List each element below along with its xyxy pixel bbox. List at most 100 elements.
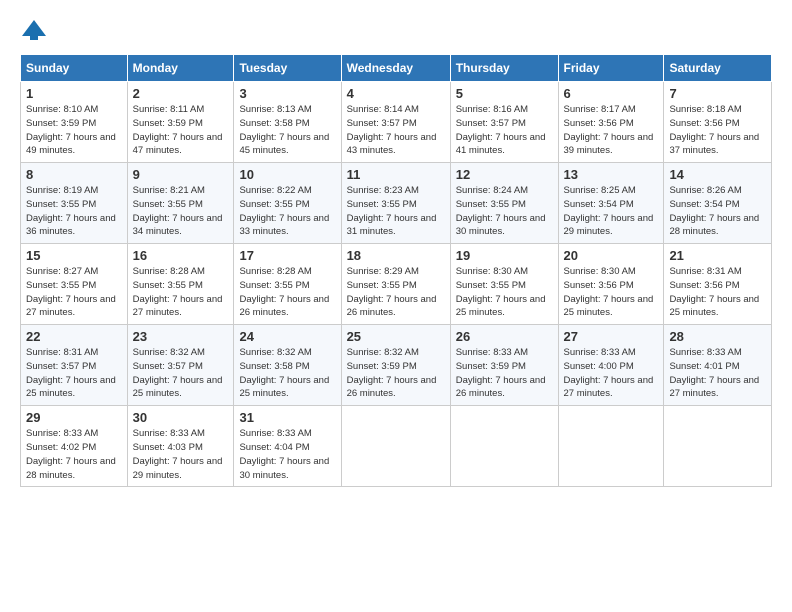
day-info: Sunrise: 8:14 AM Sunset: 3:57 PM Dayligh… [347, 103, 445, 158]
calendar-cell: 7 Sunrise: 8:18 AM Sunset: 3:56 PM Dayli… [664, 82, 772, 163]
day-number: 1 [26, 86, 122, 101]
calendar-cell: 6 Sunrise: 8:17 AM Sunset: 3:56 PM Dayli… [558, 82, 664, 163]
day-info: Sunrise: 8:11 AM Sunset: 3:59 PM Dayligh… [133, 103, 229, 158]
day-number: 31 [239, 410, 335, 425]
col-header-thursday: Thursday [450, 55, 558, 82]
calendar-cell: 1 Sunrise: 8:10 AM Sunset: 3:59 PM Dayli… [21, 82, 128, 163]
calendar-cell [664, 406, 772, 487]
day-number: 21 [669, 248, 766, 263]
day-info: Sunrise: 8:32 AM Sunset: 3:58 PM Dayligh… [239, 346, 335, 401]
day-info: Sunrise: 8:30 AM Sunset: 3:56 PM Dayligh… [564, 265, 659, 320]
day-number: 8 [26, 167, 122, 182]
day-number: 10 [239, 167, 335, 182]
logo [20, 16, 52, 44]
calendar-cell: 26 Sunrise: 8:33 AM Sunset: 3:59 PM Dayl… [450, 325, 558, 406]
calendar-cell: 18 Sunrise: 8:29 AM Sunset: 3:55 PM Dayl… [341, 244, 450, 325]
calendar-cell: 16 Sunrise: 8:28 AM Sunset: 3:55 PM Dayl… [127, 244, 234, 325]
calendar-cell: 12 Sunrise: 8:24 AM Sunset: 3:55 PM Dayl… [450, 163, 558, 244]
calendar-cell: 11 Sunrise: 8:23 AM Sunset: 3:55 PM Dayl… [341, 163, 450, 244]
calendar-cell [341, 406, 450, 487]
calendar-cell [558, 406, 664, 487]
day-number: 19 [456, 248, 553, 263]
calendar-cell: 2 Sunrise: 8:11 AM Sunset: 3:59 PM Dayli… [127, 82, 234, 163]
day-info: Sunrise: 8:28 AM Sunset: 3:55 PM Dayligh… [133, 265, 229, 320]
calendar-cell: 3 Sunrise: 8:13 AM Sunset: 3:58 PM Dayli… [234, 82, 341, 163]
day-info: Sunrise: 8:32 AM Sunset: 3:59 PM Dayligh… [347, 346, 445, 401]
calendar-header-row: SundayMondayTuesdayWednesdayThursdayFrid… [21, 55, 772, 82]
day-number: 7 [669, 86, 766, 101]
day-number: 3 [239, 86, 335, 101]
day-info: Sunrise: 8:33 AM Sunset: 4:02 PM Dayligh… [26, 427, 122, 482]
calendar-cell: 23 Sunrise: 8:32 AM Sunset: 3:57 PM Dayl… [127, 325, 234, 406]
calendar-cell: 30 Sunrise: 8:33 AM Sunset: 4:03 PM Dayl… [127, 406, 234, 487]
day-number: 6 [564, 86, 659, 101]
day-info: Sunrise: 8:21 AM Sunset: 3:55 PM Dayligh… [133, 184, 229, 239]
calendar-cell: 9 Sunrise: 8:21 AM Sunset: 3:55 PM Dayli… [127, 163, 234, 244]
calendar-cell: 17 Sunrise: 8:28 AM Sunset: 3:55 PM Dayl… [234, 244, 341, 325]
day-info: Sunrise: 8:30 AM Sunset: 3:55 PM Dayligh… [456, 265, 553, 320]
day-info: Sunrise: 8:25 AM Sunset: 3:54 PM Dayligh… [564, 184, 659, 239]
day-info: Sunrise: 8:31 AM Sunset: 3:56 PM Dayligh… [669, 265, 766, 320]
day-number: 2 [133, 86, 229, 101]
day-info: Sunrise: 8:13 AM Sunset: 3:58 PM Dayligh… [239, 103, 335, 158]
col-header-sunday: Sunday [21, 55, 128, 82]
calendar-week-1: 1 Sunrise: 8:10 AM Sunset: 3:59 PM Dayli… [21, 82, 772, 163]
day-info: Sunrise: 8:18 AM Sunset: 3:56 PM Dayligh… [669, 103, 766, 158]
day-number: 15 [26, 248, 122, 263]
day-info: Sunrise: 8:29 AM Sunset: 3:55 PM Dayligh… [347, 265, 445, 320]
day-number: 5 [456, 86, 553, 101]
day-number: 25 [347, 329, 445, 344]
day-info: Sunrise: 8:33 AM Sunset: 3:59 PM Dayligh… [456, 346, 553, 401]
day-info: Sunrise: 8:10 AM Sunset: 3:59 PM Dayligh… [26, 103, 122, 158]
day-number: 24 [239, 329, 335, 344]
day-info: Sunrise: 8:33 AM Sunset: 4:00 PM Dayligh… [564, 346, 659, 401]
day-info: Sunrise: 8:26 AM Sunset: 3:54 PM Dayligh… [669, 184, 766, 239]
page: SundayMondayTuesdayWednesdayThursdayFrid… [0, 0, 792, 612]
col-header-saturday: Saturday [664, 55, 772, 82]
calendar-week-5: 29 Sunrise: 8:33 AM Sunset: 4:02 PM Dayl… [21, 406, 772, 487]
day-info: Sunrise: 8:17 AM Sunset: 3:56 PM Dayligh… [564, 103, 659, 158]
day-number: 14 [669, 167, 766, 182]
day-number: 16 [133, 248, 229, 263]
day-number: 28 [669, 329, 766, 344]
calendar-cell: 8 Sunrise: 8:19 AM Sunset: 3:55 PM Dayli… [21, 163, 128, 244]
calendar-cell: 4 Sunrise: 8:14 AM Sunset: 3:57 PM Dayli… [341, 82, 450, 163]
day-info: Sunrise: 8:28 AM Sunset: 3:55 PM Dayligh… [239, 265, 335, 320]
day-number: 18 [347, 248, 445, 263]
day-info: Sunrise: 8:33 AM Sunset: 4:04 PM Dayligh… [239, 427, 335, 482]
day-info: Sunrise: 8:33 AM Sunset: 4:03 PM Dayligh… [133, 427, 229, 482]
day-number: 27 [564, 329, 659, 344]
calendar-cell: 14 Sunrise: 8:26 AM Sunset: 3:54 PM Dayl… [664, 163, 772, 244]
day-number: 13 [564, 167, 659, 182]
calendar-cell: 5 Sunrise: 8:16 AM Sunset: 3:57 PM Dayli… [450, 82, 558, 163]
calendar-table: SundayMondayTuesdayWednesdayThursdayFrid… [20, 54, 772, 487]
calendar-cell: 28 Sunrise: 8:33 AM Sunset: 4:01 PM Dayl… [664, 325, 772, 406]
day-info: Sunrise: 8:23 AM Sunset: 3:55 PM Dayligh… [347, 184, 445, 239]
calendar-cell: 22 Sunrise: 8:31 AM Sunset: 3:57 PM Dayl… [21, 325, 128, 406]
calendar-cell: 31 Sunrise: 8:33 AM Sunset: 4:04 PM Dayl… [234, 406, 341, 487]
day-number: 26 [456, 329, 553, 344]
calendar-cell: 29 Sunrise: 8:33 AM Sunset: 4:02 PM Dayl… [21, 406, 128, 487]
day-info: Sunrise: 8:31 AM Sunset: 3:57 PM Dayligh… [26, 346, 122, 401]
calendar-cell: 15 Sunrise: 8:27 AM Sunset: 3:55 PM Dayl… [21, 244, 128, 325]
day-info: Sunrise: 8:27 AM Sunset: 3:55 PM Dayligh… [26, 265, 122, 320]
day-info: Sunrise: 8:16 AM Sunset: 3:57 PM Dayligh… [456, 103, 553, 158]
calendar-cell: 25 Sunrise: 8:32 AM Sunset: 3:59 PM Dayl… [341, 325, 450, 406]
calendar-week-3: 15 Sunrise: 8:27 AM Sunset: 3:55 PM Dayl… [21, 244, 772, 325]
day-number: 12 [456, 167, 553, 182]
day-info: Sunrise: 8:24 AM Sunset: 3:55 PM Dayligh… [456, 184, 553, 239]
day-number: 23 [133, 329, 229, 344]
header [20, 16, 772, 44]
day-info: Sunrise: 8:32 AM Sunset: 3:57 PM Dayligh… [133, 346, 229, 401]
day-number: 30 [133, 410, 229, 425]
day-number: 11 [347, 167, 445, 182]
calendar-cell: 10 Sunrise: 8:22 AM Sunset: 3:55 PM Dayl… [234, 163, 341, 244]
day-info: Sunrise: 8:19 AM Sunset: 3:55 PM Dayligh… [26, 184, 122, 239]
col-header-wednesday: Wednesday [341, 55, 450, 82]
day-info: Sunrise: 8:33 AM Sunset: 4:01 PM Dayligh… [669, 346, 766, 401]
calendar-cell: 13 Sunrise: 8:25 AM Sunset: 3:54 PM Dayl… [558, 163, 664, 244]
col-header-friday: Friday [558, 55, 664, 82]
calendar-cell [450, 406, 558, 487]
logo-icon [20, 16, 48, 44]
calendar-week-2: 8 Sunrise: 8:19 AM Sunset: 3:55 PM Dayli… [21, 163, 772, 244]
